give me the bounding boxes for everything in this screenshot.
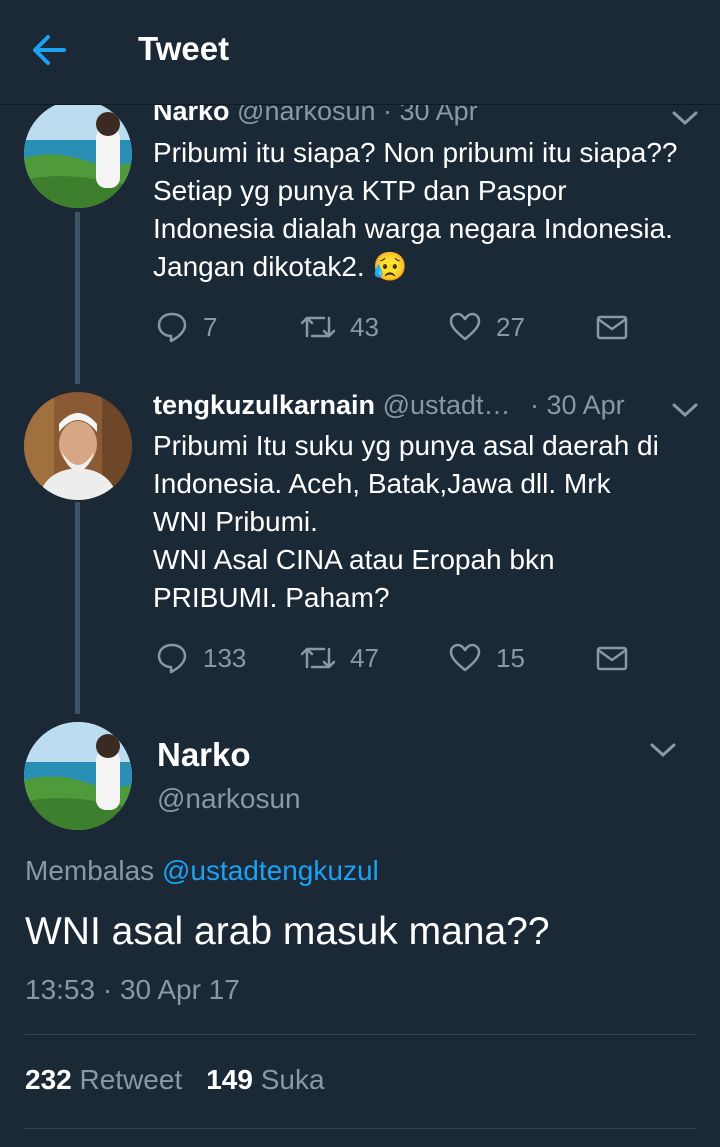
- retweet-button[interactable]: 43: [300, 310, 379, 344]
- heart-icon: [449, 312, 481, 341]
- message-button[interactable]: [595, 641, 643, 675]
- display-name[interactable]: Narko: [153, 104, 230, 126]
- retweet-count: 43: [350, 311, 379, 342]
- page-title: Tweet: [138, 30, 230, 67]
- reply-button[interactable]: 7: [155, 310, 217, 344]
- like-count: 15: [496, 642, 525, 673]
- tweet-text-line: WNI Pribumi.: [153, 506, 318, 537]
- display-name[interactable]: Narko: [157, 736, 251, 774]
- reply-icon: [157, 312, 187, 343]
- reply-button[interactable]: 133: [155, 641, 246, 675]
- like-button[interactable]: 27: [448, 310, 525, 344]
- display-name[interactable]: tengkuzulkarnain: [153, 390, 375, 420]
- tweet-date: · 30 Apr: [530, 390, 625, 420]
- tweet-date: · 30 Apr: [383, 104, 478, 126]
- reply-prefix: Membalas: [25, 855, 155, 886]
- reply-icon: [157, 643, 187, 674]
- avatar[interactable]: [24, 722, 132, 830]
- likes-stat[interactable]: 149 Suka: [206, 1064, 324, 1096]
- back-arrow-icon[interactable]: [28, 30, 68, 70]
- thread-connector: [75, 212, 80, 384]
- like-button[interactable]: 15: [448, 641, 525, 675]
- user-handle[interactable]: @ustadt…: [383, 390, 511, 420]
- retweet-icon: [300, 316, 336, 338]
- chevron-down-icon[interactable]: [670, 108, 700, 128]
- tweet-header: Narko @narkosun · 30 Apr: [153, 104, 478, 127]
- retweet-total: 232: [25, 1064, 72, 1095]
- user-handle[interactable]: @narkosun: [157, 783, 301, 815]
- retweet-icon: [300, 647, 336, 669]
- like-label: Suka: [260, 1064, 325, 1095]
- retweet-count: 47: [350, 642, 379, 673]
- mention-link[interactable]: @ustadtengkuzul: [162, 855, 379, 886]
- reply-count: 7: [203, 311, 218, 342]
- tweet-text-line: Pribumi Itu suku yg punya asal daerah di: [153, 430, 659, 461]
- reply-context: Membalas @ustadtengkuzul: [25, 855, 379, 887]
- tweet-stats: 232 Retweet 149 Suka: [25, 1064, 325, 1096]
- avatar[interactable]: [24, 104, 132, 208]
- avatar[interactable]: [24, 392, 132, 500]
- tweet-text: Pribumi Itu suku yg punya asal daerah di…: [153, 427, 693, 617]
- tweet-text: WNI asal arab masuk mana??: [25, 910, 550, 953]
- chevron-down-icon[interactable]: [648, 740, 678, 760]
- tweet-text: Pribumi itu siapa? Non pribumi itu siapa…: [153, 137, 678, 282]
- reply-count: 133: [203, 642, 247, 673]
- tweet-text-line: Indonesia. Aceh, Batak,Jawa dll. Mrk: [153, 468, 611, 499]
- heart-icon: [449, 643, 481, 672]
- tweet-timestamp: 13:53 · 30 Apr 17: [25, 974, 240, 1005]
- message-button[interactable]: [595, 310, 643, 344]
- like-count: 27: [496, 311, 525, 342]
- retweets-stat[interactable]: 232 Retweet: [25, 1064, 182, 1096]
- divider: [25, 1034, 695, 1035]
- envelope-icon: [596, 315, 628, 340]
- retweet-label: Retweet: [79, 1064, 183, 1095]
- tweet-text-line: WNI Asal CINA atau Eropah bkn: [153, 544, 555, 575]
- tweet-header: tengkuzulkarnain @ustadt… · 30 Apr: [153, 390, 625, 421]
- divider: [25, 1128, 695, 1129]
- retweet-button[interactable]: 47: [300, 641, 379, 675]
- chevron-down-icon[interactable]: [670, 400, 700, 420]
- thread-connector: [75, 502, 80, 714]
- top-bar: Tweet: [0, 0, 720, 105]
- tweet-text-line: PRIBUMI. Paham?: [153, 582, 390, 613]
- envelope-icon: [596, 646, 628, 671]
- user-handle[interactable]: @narkosun: [237, 104, 375, 126]
- like-total: 149: [206, 1064, 253, 1095]
- tweet-thread: Narko @narkosun · 30 Apr Pribumi itu sia…: [0, 104, 720, 1147]
